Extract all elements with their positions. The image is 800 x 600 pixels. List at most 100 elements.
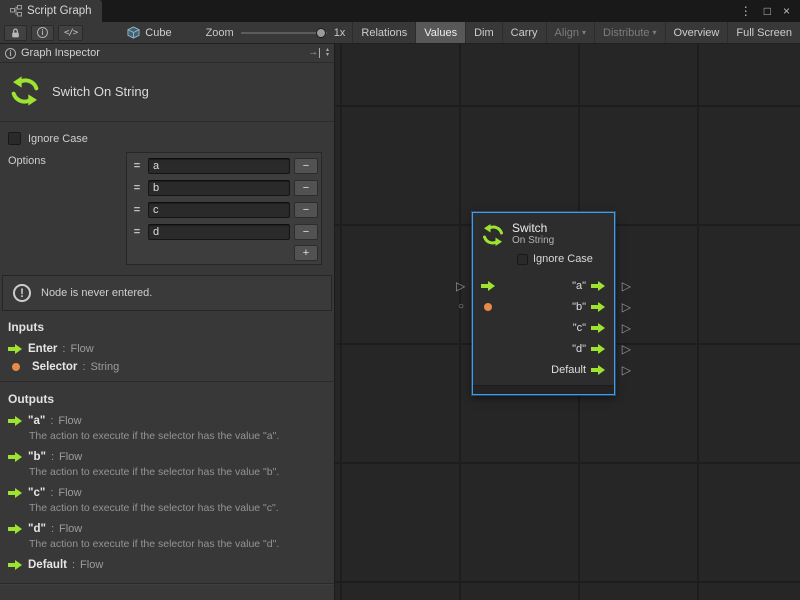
- zoom-control: Zoom 1x: [206, 27, 346, 39]
- toolbar-button-carry[interactable]: Carry: [502, 22, 546, 43]
- add-option-row: +: [129, 243, 319, 262]
- output-port-b[interactable]: [591, 302, 606, 312]
- remove-option-button[interactable]: −: [294, 180, 318, 196]
- port-separator: :: [82, 361, 85, 373]
- drag-handle-icon[interactable]: =: [130, 182, 144, 194]
- output-port-d: "d" : Flow: [0, 519, 334, 537]
- remove-option-button[interactable]: −: [294, 158, 318, 174]
- node-ignore-case-row: Ignore Case: [517, 253, 606, 265]
- graph-canvas[interactable]: Switch On String Ignore Case "a" ▷ ▷ "b"…: [335, 44, 800, 600]
- option-input-2[interactable]: [148, 202, 290, 218]
- node-port-row: "b" ○ ▷: [473, 296, 614, 317]
- cube-icon: [127, 26, 140, 39]
- options-label: Options: [8, 155, 46, 167]
- port-type: Flow: [70, 343, 93, 355]
- flow-arrow-icon: [8, 416, 23, 426]
- selector-port[interactable]: [484, 303, 492, 311]
- connect-triangle-icon[interactable]: ▷: [622, 301, 631, 313]
- port-name: Enter: [28, 343, 57, 355]
- toolbar-button-relations[interactable]: Relations: [352, 22, 415, 43]
- connect-circle-icon[interactable]: ○: [458, 302, 464, 312]
- toolbar-button-align: Align ▾: [546, 22, 594, 43]
- output-port-default[interactable]: [591, 365, 606, 375]
- input-port-enter: Enter : Flow: [0, 339, 334, 357]
- flow-arrow-icon: [8, 524, 23, 534]
- info-icon: i: [5, 48, 16, 59]
- output-port-a[interactable]: [591, 281, 606, 291]
- panel-stepper[interactable]: ▴ ▾: [326, 48, 329, 58]
- options-block: Options = − = − = − =: [8, 152, 322, 265]
- output-port-c[interactable]: [591, 323, 606, 333]
- zoom-slider-thumb[interactable]: [316, 28, 326, 38]
- node-port-row: Default ▷: [473, 359, 614, 380]
- toolbar-button-fullscreen[interactable]: Full Screen: [727, 22, 800, 43]
- drag-handle-icon[interactable]: =: [130, 204, 144, 216]
- remove-option-button[interactable]: −: [294, 224, 318, 240]
- graph-owner-selector[interactable]: Cube: [121, 24, 177, 42]
- add-option-button[interactable]: +: [294, 245, 318, 261]
- port-name: "c": [28, 487, 45, 499]
- chevron-down-icon: ▾: [653, 29, 657, 37]
- port-type: Flow: [59, 451, 82, 463]
- code-view-button[interactable]: </>: [58, 25, 83, 41]
- option-row: = −: [129, 199, 319, 221]
- inspector-header-title: Graph Inspector: [21, 47, 100, 59]
- port-name: "b": [28, 451, 46, 463]
- lock-icon: [10, 27, 21, 39]
- window-close-icon[interactable]: ×: [783, 5, 790, 17]
- main-area: i Graph Inspector → ▴ ▾ Switch On String: [0, 44, 800, 600]
- option-input-3[interactable]: [148, 224, 290, 240]
- toolbar-button-align-label: Align: [555, 27, 579, 39]
- switch-unit-icon: [9, 75, 41, 107]
- value-port-icon: [12, 363, 20, 371]
- node-header: Switch On String: [473, 213, 614, 252]
- dock-panel-icon[interactable]: →: [308, 48, 320, 58]
- port-name: Selector: [32, 361, 77, 373]
- node-ignore-case-label: Ignore Case: [533, 253, 593, 265]
- window-tab-bar: Script Graph ⋮ □ ×: [0, 0, 800, 22]
- zoom-slider[interactable]: [241, 27, 327, 39]
- switch-on-string-node[interactable]: Switch On String Ignore Case "a" ▷ ▷ "b"…: [472, 212, 615, 395]
- flow-arrow-icon: [8, 560, 23, 570]
- option-input-0[interactable]: [148, 158, 290, 174]
- node-output-label: "d": [572, 343, 586, 355]
- connect-triangle-icon[interactable]: ▷: [622, 280, 631, 292]
- window-maximize-icon[interactable]: □: [764, 5, 771, 17]
- zoom-slider-track: [241, 32, 327, 34]
- script-graph-icon: [10, 5, 22, 17]
- port-type: Flow: [58, 415, 81, 427]
- enter-port[interactable]: [481, 281, 496, 291]
- node-output-label: "c": [573, 322, 586, 334]
- window-menu-icon[interactable]: ⋮: [740, 5, 752, 17]
- tab-script-graph[interactable]: Script Graph: [0, 0, 102, 22]
- connect-triangle-icon[interactable]: ▷: [622, 322, 631, 334]
- switch-unit-icon: [481, 223, 505, 247]
- inspector-toggle-button[interactable]: i: [31, 25, 54, 41]
- remove-option-button[interactable]: −: [294, 202, 318, 218]
- connect-triangle-icon[interactable]: ▷: [622, 343, 631, 355]
- output-port-d[interactable]: [591, 344, 606, 354]
- node-ignore-case-checkbox[interactable]: [517, 254, 528, 265]
- lock-button[interactable]: [4, 25, 27, 41]
- toolbar-button-values[interactable]: Values: [415, 22, 465, 43]
- option-row: = −: [129, 155, 319, 177]
- toolbar-button-distribute: Distribute ▾: [594, 22, 664, 43]
- node-footer: [473, 385, 614, 394]
- port-separator: :: [50, 487, 53, 499]
- node-output-label: Default: [551, 364, 586, 376]
- drag-handle-icon[interactable]: =: [130, 226, 144, 238]
- flow-arrow-icon: [8, 344, 23, 354]
- connect-triangle-icon[interactable]: ▷: [456, 280, 465, 292]
- connect-triangle-icon[interactable]: ▷: [622, 364, 631, 376]
- port-separator: :: [50, 415, 53, 427]
- ignore-case-label: Ignore Case: [28, 133, 88, 145]
- port-description: The action to execute if the selector ha…: [0, 537, 334, 555]
- drag-handle-icon[interactable]: =: [130, 160, 144, 172]
- toolbar-button-dim[interactable]: Dim: [465, 22, 502, 43]
- toolbar-button-overview[interactable]: Overview: [665, 22, 728, 43]
- ignore-case-checkbox[interactable]: [8, 132, 21, 145]
- port-type: Flow: [58, 487, 81, 499]
- option-input-1[interactable]: [148, 180, 290, 196]
- port-separator: :: [51, 523, 54, 535]
- node-port-row: "d" ▷: [473, 338, 614, 359]
